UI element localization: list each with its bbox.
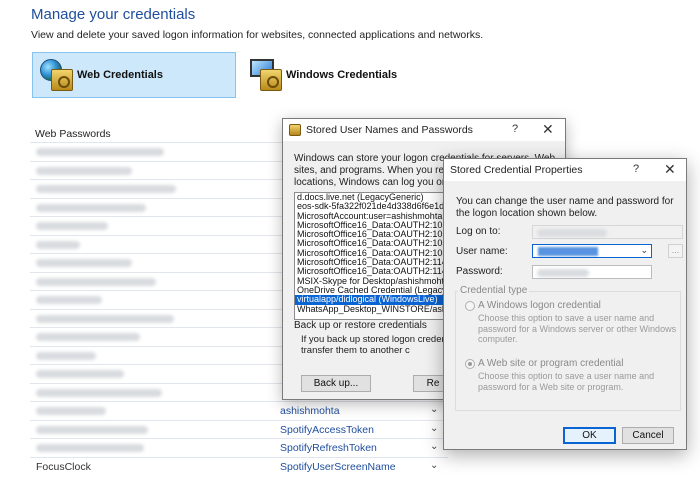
close-button[interactable]: ✕	[664, 161, 676, 178]
dialog-description: You can change the user name and passwor…	[456, 196, 674, 219]
chevron-down-icon[interactable]: ⌄	[640, 245, 648, 256]
ok-button[interactable]: OK	[563, 427, 616, 444]
windows-credential-label: A Windows logon credential	[478, 300, 601, 311]
password-label: Password:	[456, 266, 503, 277]
chevron-down-icon[interactable]: ⌄	[430, 423, 438, 434]
credential-name: SpotifyUserScreenName	[280, 460, 396, 473]
credential-type-title: Credential type	[458, 285, 530, 296]
web-credential-desc: Choose this option to save a user name a…	[478, 371, 655, 392]
dialog-titlebar: Stored User Names and Passwords ? ✕	[283, 119, 565, 141]
dialog-titlebar: Stored Credential Properties ? ✕	[444, 159, 686, 181]
web-credentials-label: Web Credentials	[77, 69, 163, 81]
list-item[interactable]: SpotifyRefreshToken ⌄	[30, 438, 448, 457]
help-button[interactable]: ?	[512, 123, 518, 135]
list-item[interactable]: FocusClock SpotifyUserScreenName ⌄	[30, 456, 448, 476]
close-button[interactable]: ✕	[542, 121, 554, 138]
username-label: User name:	[456, 246, 508, 257]
credential-site: FocusClock	[36, 460, 91, 473]
credential-name: SpotifyAccessToken	[280, 423, 374, 436]
web-credentials-icon	[39, 57, 75, 93]
page-description: View and delete your saved logon informa…	[31, 29, 484, 41]
web-credential-label: A Web site or program credential	[478, 358, 624, 369]
password-field[interactable]	[532, 265, 652, 279]
credential-name: SpotifyRefreshToken	[280, 442, 377, 454]
dialog-title: Stored Credential Properties	[450, 164, 583, 176]
username-combobox[interactable]: ⌄	[532, 244, 652, 258]
browse-button[interactable]: ...	[668, 244, 683, 258]
chevron-down-icon[interactable]: ⌄	[430, 460, 438, 471]
logon-label: Log on to:	[456, 226, 501, 237]
windows-credential-radio[interactable]	[465, 301, 475, 311]
help-button[interactable]: ?	[633, 163, 639, 175]
chevron-down-icon[interactable]: ⌄	[430, 441, 438, 452]
web-credentials-tile[interactable]: Web Credentials	[32, 52, 236, 98]
credential-name: ashishmohta	[280, 405, 340, 417]
list-item[interactable]: ashishmohta ⌄	[30, 401, 448, 420]
chevron-down-icon[interactable]: ⌄	[430, 404, 438, 415]
page-title: Manage your credentials	[31, 6, 196, 23]
backup-button[interactable]: Back up...	[301, 375, 371, 392]
web-passwords-heading: Web Passwords	[35, 128, 111, 140]
cancel-button[interactable]: Cancel	[622, 427, 674, 444]
list-item[interactable]: SpotifyAccessToken ⌄	[30, 419, 448, 439]
vault-icon	[289, 124, 301, 136]
logon-field	[532, 225, 683, 239]
backup-group-title: Back up or restore credentials	[294, 320, 427, 331]
windows-credentials-tile[interactable]: Windows Credentials	[244, 52, 444, 98]
web-credential-radio[interactable]	[465, 359, 475, 369]
credential-properties-dialog: Stored Credential Properties ? ✕ You can…	[443, 158, 687, 450]
windows-credentials-label: Windows Credentials	[286, 69, 398, 81]
dialog-title: Stored User Names and Passwords	[306, 124, 473, 136]
windows-credentials-icon	[248, 57, 284, 93]
windows-credential-desc: Choose this option to save a user name a…	[478, 313, 677, 344]
